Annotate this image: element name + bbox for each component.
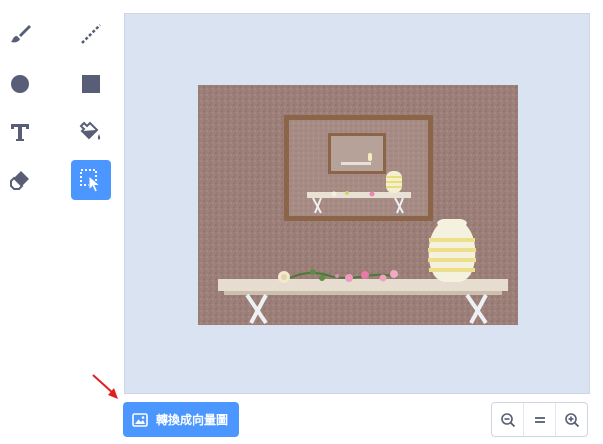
text-tool[interactable] — [0, 112, 40, 152]
zoom-reset-icon — [534, 416, 545, 423]
circle-tool[interactable] — [0, 64, 40, 104]
annotation-arrow — [92, 374, 118, 399]
convert-to-vector-button[interactable]: 轉換成向量圖 — [123, 402, 239, 437]
convert-button-label: 轉換成向量圖 — [156, 413, 229, 427]
circle-icon — [11, 75, 29, 93]
brush-tool[interactable] — [0, 14, 40, 54]
eraser-tool[interactable] — [0, 160, 40, 200]
zoom-in-icon — [564, 412, 579, 427]
select-icon — [80, 169, 102, 193]
eraser-icon — [10, 171, 29, 190]
select-tool[interactable] — [71, 160, 111, 200]
rectangle-icon — [82, 75, 100, 93]
paint-canvas[interactable] — [124, 13, 590, 394]
zoom-out-button[interactable] — [492, 403, 524, 436]
zoom-in-button[interactable] — [556, 403, 587, 436]
rectangle-tool[interactable] — [71, 64, 111, 104]
line-icon — [81, 24, 101, 44]
image-icon — [132, 412, 148, 427]
brush-icon — [11, 25, 31, 43]
fill-tool[interactable] — [71, 112, 111, 152]
zoom-reset-button[interactable] — [524, 403, 556, 436]
text-icon — [11, 124, 29, 141]
zoom-controls — [491, 402, 588, 437]
zoom-out-icon — [500, 412, 515, 427]
line-tool[interactable] — [71, 14, 111, 54]
bitmap-image — [198, 85, 518, 325]
fill-bucket-icon — [79, 121, 101, 140]
